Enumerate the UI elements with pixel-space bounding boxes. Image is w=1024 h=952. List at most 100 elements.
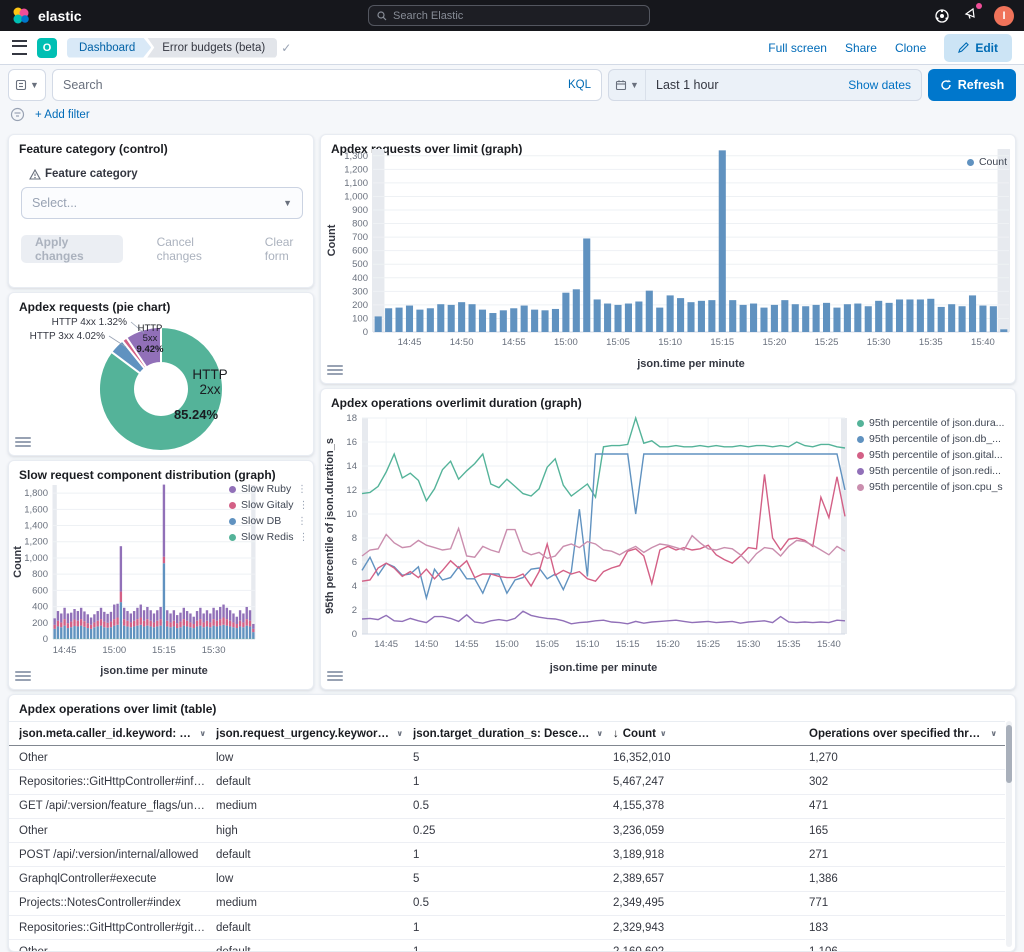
space-badge[interactable]: O bbox=[37, 38, 57, 58]
feature-category-select[interactable]: Select... ▼ bbox=[21, 187, 303, 219]
cancel-changes-button[interactable]: Cancel changes bbox=[157, 235, 231, 263]
legend-item-95th percentile of json.cpu_s[interactable]: 95th percentile of json.cpu_s bbox=[857, 481, 1009, 493]
column-menu-icon[interactable]: ∨ bbox=[660, 729, 667, 738]
svg-text:1,200: 1,200 bbox=[24, 537, 48, 548]
table-scrollbar[interactable] bbox=[1006, 721, 1012, 947]
bar-segment bbox=[209, 627, 211, 638]
svg-text:15:30: 15:30 bbox=[202, 645, 226, 656]
svg-text:15:15: 15:15 bbox=[616, 639, 640, 650]
bar-segment bbox=[73, 626, 75, 639]
clone-link[interactable]: Clone bbox=[895, 41, 926, 55]
edit-button[interactable]: Edit bbox=[944, 34, 1012, 62]
legend-item-menu-icon[interactable]: ⋮ bbox=[297, 484, 307, 495]
legend-toggle-button[interactable] bbox=[15, 436, 31, 450]
bar-segment bbox=[87, 614, 89, 623]
share-link[interactable]: Share bbox=[845, 41, 877, 55]
svg-text:200: 200 bbox=[32, 618, 48, 629]
saved-query-menu-button[interactable]: ▼ bbox=[8, 69, 46, 101]
apply-changes-button[interactable]: Apply changes bbox=[21, 235, 123, 263]
legend-item-Count[interactable]: Count bbox=[967, 156, 1007, 168]
deployment-icon[interactable] bbox=[934, 8, 950, 24]
bar-segment bbox=[202, 622, 204, 627]
svg-text:1,300: 1,300 bbox=[344, 151, 368, 162]
svg-text:8: 8 bbox=[352, 533, 357, 544]
legend-item-Slow Ruby[interactable]: Slow Ruby⋮ bbox=[229, 483, 307, 495]
bar-segment bbox=[163, 563, 165, 638]
legend-item-95th percentile of json.redi...[interactable]: 95th percentile of json.redi... bbox=[857, 465, 1009, 477]
svg-text:14:55: 14:55 bbox=[455, 639, 479, 650]
bar-segment bbox=[57, 626, 59, 638]
column-header-4[interactable]: Operations over specified threshold...∨ bbox=[799, 728, 997, 740]
svg-text:14:50: 14:50 bbox=[415, 639, 439, 650]
column-header-3[interactable]: ↓Count∨ bbox=[603, 728, 799, 740]
refresh-button[interactable]: Refresh bbox=[928, 69, 1016, 101]
global-search-input[interactable]: Search Elastic bbox=[368, 5, 650, 26]
legend-item-menu-icon[interactable]: ⋮ bbox=[297, 516, 307, 527]
legend-item-95th percentile of json.db_...[interactable]: 95th percentile of json.db_... bbox=[857, 433, 1009, 445]
legend-dot bbox=[229, 502, 236, 509]
search-input[interactable]: Search KQL bbox=[52, 69, 602, 101]
legend-item-95th percentile of json.dura...[interactable]: 95th percentile of json.dura... bbox=[857, 417, 1009, 429]
line-series bbox=[362, 418, 845, 501]
breadcrumb-current[interactable]: Error budgets (beta) bbox=[147, 38, 277, 58]
bar-segment bbox=[97, 621, 99, 627]
breadcrumb-dashboard[interactable]: Dashboard bbox=[67, 38, 151, 58]
time-range-value[interactable]: Last 1 hour bbox=[646, 78, 719, 92]
apdex-bar-chart[interactable]: 01002003004005006007008009001,0001,1001,… bbox=[321, 135, 1017, 385]
add-filter-link[interactable]: + Add filter bbox=[35, 109, 90, 121]
legend-toggle-button[interactable] bbox=[327, 364, 343, 378]
bar-segment bbox=[103, 612, 105, 622]
bar-segment bbox=[136, 626, 138, 639]
clear-form-button[interactable]: Clear form bbox=[265, 235, 313, 263]
bar bbox=[802, 306, 809, 332]
legend-toggle-button[interactable] bbox=[15, 670, 31, 684]
svg-text:1,400: 1,400 bbox=[24, 521, 48, 532]
bar-segment bbox=[120, 546, 122, 591]
bar bbox=[573, 289, 580, 332]
search-placeholder: Search bbox=[63, 78, 103, 92]
full-screen-link[interactable]: Full screen bbox=[768, 41, 827, 55]
filter-icon[interactable] bbox=[10, 107, 25, 122]
bar-segment bbox=[136, 608, 138, 619]
date-quick-menu-button[interactable]: ▼ bbox=[609, 70, 646, 100]
apdex-pie-chart[interactable]: HTTP 4xx 1.32%HTTP 3xx 4.02%HTTP5xx9.42%… bbox=[9, 293, 315, 457]
legend-item-Slow Redis[interactable]: Slow Redis⋮ bbox=[229, 531, 307, 543]
legend-toggle-button[interactable] bbox=[327, 670, 343, 684]
user-avatar[interactable]: I bbox=[994, 6, 1014, 26]
bar-segment bbox=[106, 614, 108, 623]
legend-item-95th percentile of json.gital...[interactable]: 95th percentile of json.gital... bbox=[857, 449, 1009, 461]
column-header-0[interactable]: json.meta.caller_id.keyword: Desce...∨ bbox=[9, 728, 206, 740]
chevron-down-icon: ▼ bbox=[630, 80, 639, 90]
legend-item-Slow Gitaly[interactable]: Slow Gitaly⋮ bbox=[229, 499, 307, 511]
svg-text:15:00: 15:00 bbox=[554, 337, 578, 348]
bar bbox=[625, 304, 632, 332]
bar-segment bbox=[57, 611, 59, 621]
bar-segment bbox=[189, 613, 191, 622]
legend-item-Slow DB[interactable]: Slow DB⋮ bbox=[229, 515, 307, 527]
bar-segment bbox=[236, 617, 238, 624]
legend-item-menu-icon[interactable]: ⋮ bbox=[299, 532, 309, 543]
bar bbox=[656, 308, 663, 332]
menu-icon[interactable] bbox=[12, 40, 27, 55]
show-dates-link[interactable]: Show dates bbox=[848, 78, 921, 92]
bar-segment bbox=[193, 628, 195, 639]
svg-text:800: 800 bbox=[352, 219, 368, 230]
table-cell: 4,155,378 bbox=[603, 800, 799, 812]
bar-segment bbox=[130, 622, 132, 627]
kql-selector[interactable]: KQL bbox=[568, 79, 591, 91]
legend-item-menu-icon[interactable]: ⋮ bbox=[299, 500, 309, 511]
bar-segment bbox=[140, 605, 142, 618]
panel-apdex-requests-bar: Apdex requests over limit (graph) 010020… bbox=[320, 134, 1016, 384]
scrollbar-thumb[interactable] bbox=[1006, 725, 1012, 783]
notifications-button[interactable] bbox=[964, 5, 980, 26]
column-header-1[interactable]: json.request_urgency.keyword: Des...∨ bbox=[206, 728, 403, 740]
bar-segment bbox=[209, 622, 211, 627]
column-menu-icon[interactable]: ∨ bbox=[991, 729, 998, 738]
table-row: Repositories::GitHttpController#info_ref… bbox=[9, 770, 1005, 794]
column-header-2[interactable]: json.target_duration_s: Descending∨ bbox=[403, 728, 603, 740]
bar-segment bbox=[206, 621, 208, 627]
svg-text:14: 14 bbox=[346, 461, 357, 472]
bar-segment bbox=[159, 619, 161, 625]
bar-segment bbox=[106, 623, 108, 628]
bar-segment bbox=[93, 627, 95, 638]
